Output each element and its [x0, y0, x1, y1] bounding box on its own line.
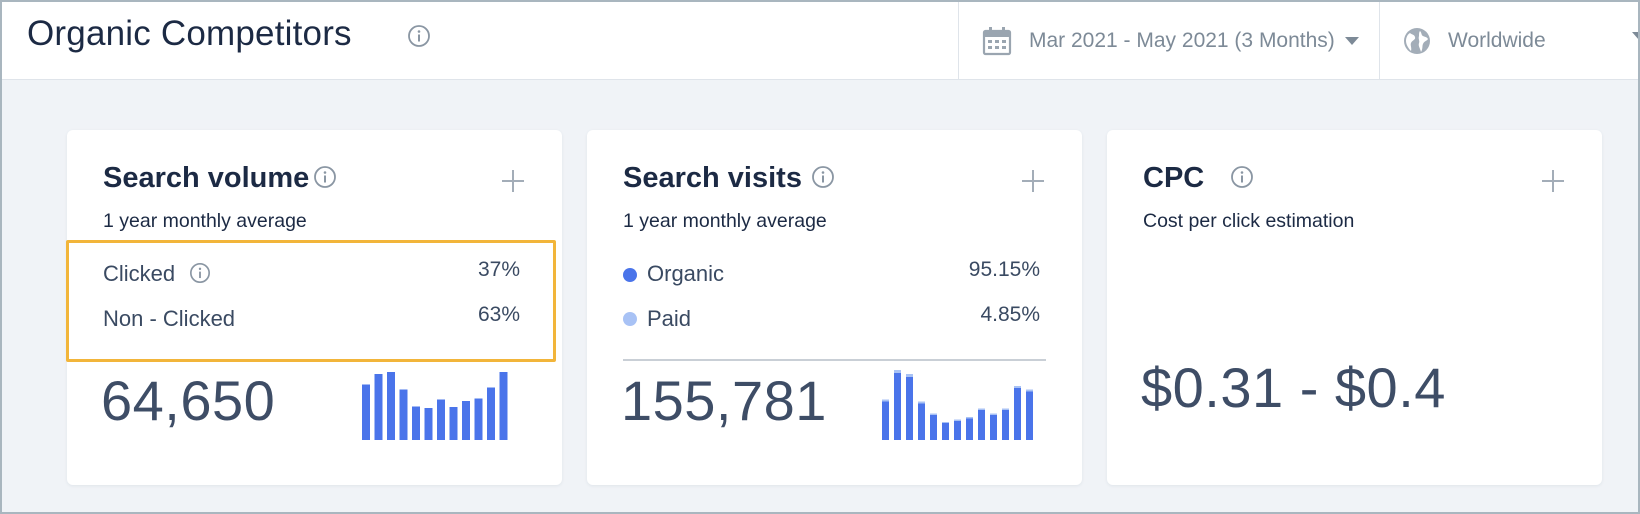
search-visits-sparkline	[882, 370, 1033, 440]
chevron-down-icon	[1344, 37, 1359, 45]
sparkline-bar	[412, 406, 420, 440]
info-icon[interactable]	[1230, 165, 1254, 189]
date-range-label: Mar 2021 - May 2021 (3 Months)	[1029, 29, 1335, 52]
sparkline-bar-paid	[942, 421, 949, 424]
chevron-down-icon	[1632, 32, 1638, 40]
paid-value: 4.85%	[980, 303, 1040, 326]
cpc-card: CPC Cost per click estimation $0.31 - $0…	[1107, 130, 1602, 485]
info-icon[interactable]	[407, 24, 431, 48]
sparkline-bar	[474, 398, 483, 440]
sparkline-bar-paid	[906, 374, 913, 377]
info-icon[interactable]	[313, 165, 337, 189]
page-title: Organic Competitors	[27, 14, 352, 53]
sparkline-bar-organic	[1026, 391, 1033, 440]
sparkline-bar-paid	[1026, 389, 1033, 392]
sparkline-bar-organic	[894, 372, 901, 440]
sparkline-bar-paid	[978, 408, 985, 410]
sparkline-bar	[487, 387, 495, 440]
plus-icon[interactable]	[1540, 168, 1566, 194]
sparkline-bar-organic	[906, 377, 913, 440]
paid-label: Paid	[647, 306, 692, 331]
divider	[623, 359, 1046, 361]
sparkline-bar-paid	[1014, 386, 1021, 389]
top-bar: Organic Competitors Mar 2021 - May 2021 …	[2, 2, 1638, 80]
sparkline-bar	[437, 399, 445, 440]
non-clicked-label: Non - Clicked	[103, 306, 236, 331]
card-title: Search volume	[103, 162, 310, 194]
organic-legend-dot	[623, 268, 637, 282]
sparkline-bar-paid	[930, 413, 937, 415]
card-title: CPC	[1143, 162, 1205, 194]
sparkline-bar	[499, 372, 508, 440]
date-range-picker[interactable]: Mar 2021 - May 2021 (3 Months)	[958, 2, 1378, 80]
sparkline-bar	[362, 384, 370, 440]
sparkline-bar-paid	[966, 416, 973, 419]
non-clicked-value: 63%	[477, 303, 520, 326]
sparkline-bar-organic	[1002, 409, 1009, 440]
paid-legend-dot	[623, 312, 637, 326]
sparkline-bar-paid	[1002, 408, 1009, 410]
organic-label: Organic	[647, 261, 725, 286]
sparkline-bar-organic	[990, 414, 997, 440]
sparkline-bar-paid	[918, 401, 925, 404]
info-icon[interactable]	[189, 262, 211, 284]
sparkline-bar	[462, 400, 470, 440]
sparkline-bar-organic	[882, 401, 889, 440]
search-visits-card: Search visits 1 year monthly average Org…	[587, 130, 1082, 485]
calendar-icon	[982, 27, 1012, 56]
clicked-value: 37%	[477, 258, 520, 281]
sparkline-bar	[424, 407, 433, 440]
search-volume-sparkline	[362, 372, 508, 440]
app-frame: Organic Competitors Mar 2021 - May 2021 …	[0, 0, 1640, 514]
search-volume-value: 64,650	[101, 369, 276, 432]
sparkline-bar	[387, 372, 395, 440]
sparkline-bar-organic	[966, 418, 973, 440]
info-icon[interactable]	[811, 165, 835, 189]
cpc-value: $0.31 - $0.4	[1141, 356, 1446, 419]
sparkline-bar-paid	[954, 419, 961, 422]
card-subtitle: 1 year monthly average	[103, 210, 307, 232]
search-visits-value: 155,781	[621, 369, 827, 432]
sparkline-bar-organic	[918, 403, 925, 440]
sparkline-bar-organic	[954, 421, 961, 440]
sparkline-bar	[399, 389, 408, 440]
plus-icon[interactable]	[500, 168, 526, 194]
sparkline-bar	[449, 407, 458, 440]
region-picker[interactable]: Worldwide	[1379, 2, 1638, 80]
plus-icon[interactable]	[1020, 168, 1046, 194]
organic-value: 95.15%	[968, 258, 1040, 281]
globe-icon	[1404, 28, 1430, 54]
sparkline-bar-paid	[894, 370, 901, 373]
sparkline-bar-organic	[942, 423, 949, 440]
card-title: Search visits	[623, 162, 802, 194]
sparkline-bar-paid	[882, 399, 889, 402]
region-label: Worldwide	[1448, 29, 1546, 52]
sparkline-bar-organic	[1014, 388, 1021, 440]
card-subtitle: Cost per click estimation	[1143, 210, 1355, 232]
sparkline-bar	[374, 374, 383, 440]
clicked-label: Clicked	[103, 261, 176, 286]
sparkline-bar-paid	[990, 413, 997, 415]
sparkline-bar-organic	[930, 414, 937, 440]
card-subtitle: 1 year monthly average	[623, 210, 827, 232]
search-volume-card: Search volume 1 year monthly average Cli…	[66, 130, 562, 485]
sparkline-bar-organic	[978, 409, 985, 440]
